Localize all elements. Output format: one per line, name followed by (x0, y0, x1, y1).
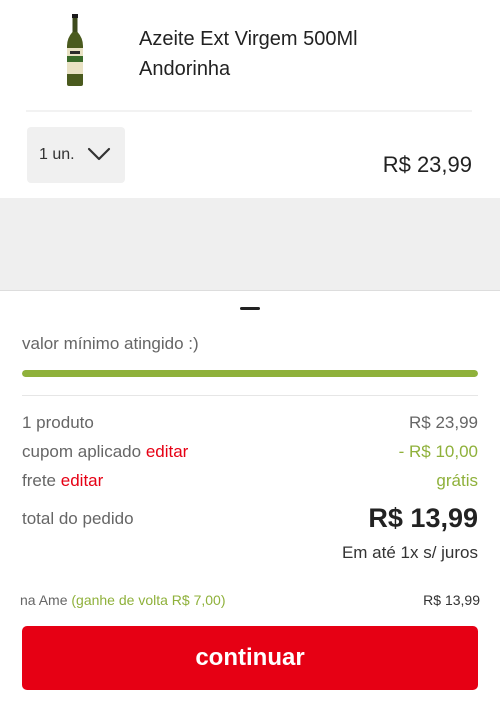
item-price: R$ 23,99 (382, 152, 472, 177)
progress-fill (22, 370, 478, 377)
product-name: Azeite Ext Virgem 500Ml Andorinha (139, 24, 459, 84)
coupon-discount-value: - R$ 10,00 (398, 442, 478, 461)
coupon-label: cupom aplicado (22, 442, 142, 461)
order-summary-sheet: valor mínimo atingido :) 1 produto R$ 23… (0, 290, 500, 711)
total-value: R$ 13,99 (368, 503, 478, 533)
quantity-value: 1 un. (39, 146, 75, 163)
cart-item: Azeite Ext Virgem 500Ml Andorinha 1 un. … (0, 0, 500, 198)
shipping-row: frete editar grátis (22, 471, 478, 495)
ame-label: na Ame (20, 592, 68, 608)
divider (26, 110, 472, 112)
drag-handle[interactable] (240, 307, 260, 310)
quantity-select[interactable]: 1 un. (27, 127, 125, 183)
minimum-value-message: valor mínimo atingido :) (22, 334, 199, 353)
product-name-line2: Andorinha (139, 58, 231, 80)
installments-info: Em até 1x s/ juros (341, 543, 478, 562)
ame-value: R$ 13,99 (423, 592, 480, 608)
chevron-down-icon (87, 147, 111, 161)
coupon-row: cupom aplicado editar - R$ 10,00 (22, 442, 478, 466)
ame-label-group: na Ame (ganhe de volta R$ 7,00) (20, 592, 225, 608)
shipping-label-group: frete editar (22, 471, 103, 491)
edit-shipping-link[interactable]: editar (61, 471, 104, 490)
edit-coupon-link[interactable]: editar (146, 442, 189, 461)
ame-cashback: (ganhe de volta R$ 7,00) (71, 592, 226, 608)
total-row: total do pedido R$ 13,99 (22, 503, 478, 533)
continue-button[interactable]: continuar (22, 626, 478, 690)
olive-oil-bottle-icon (67, 14, 83, 86)
minimum-value-progress-bar (22, 370, 478, 377)
divider (22, 395, 478, 396)
product-name-line1: Azeite Ext Virgem 500Ml (139, 28, 358, 50)
total-label: total do pedido (22, 509, 134, 528)
products-value: R$ 23,99 (409, 413, 478, 432)
shipping-label: frete (22, 471, 57, 490)
page-background-band (0, 198, 500, 290)
coupon-label-group: cupom aplicado editar (22, 442, 188, 462)
shipping-value: grátis (436, 471, 478, 490)
ame-row: na Ame (ganhe de volta R$ 7,00) R$ 13,99 (20, 592, 480, 612)
products-row: 1 produto R$ 23,99 (22, 413, 478, 437)
products-label: 1 produto (22, 413, 94, 432)
